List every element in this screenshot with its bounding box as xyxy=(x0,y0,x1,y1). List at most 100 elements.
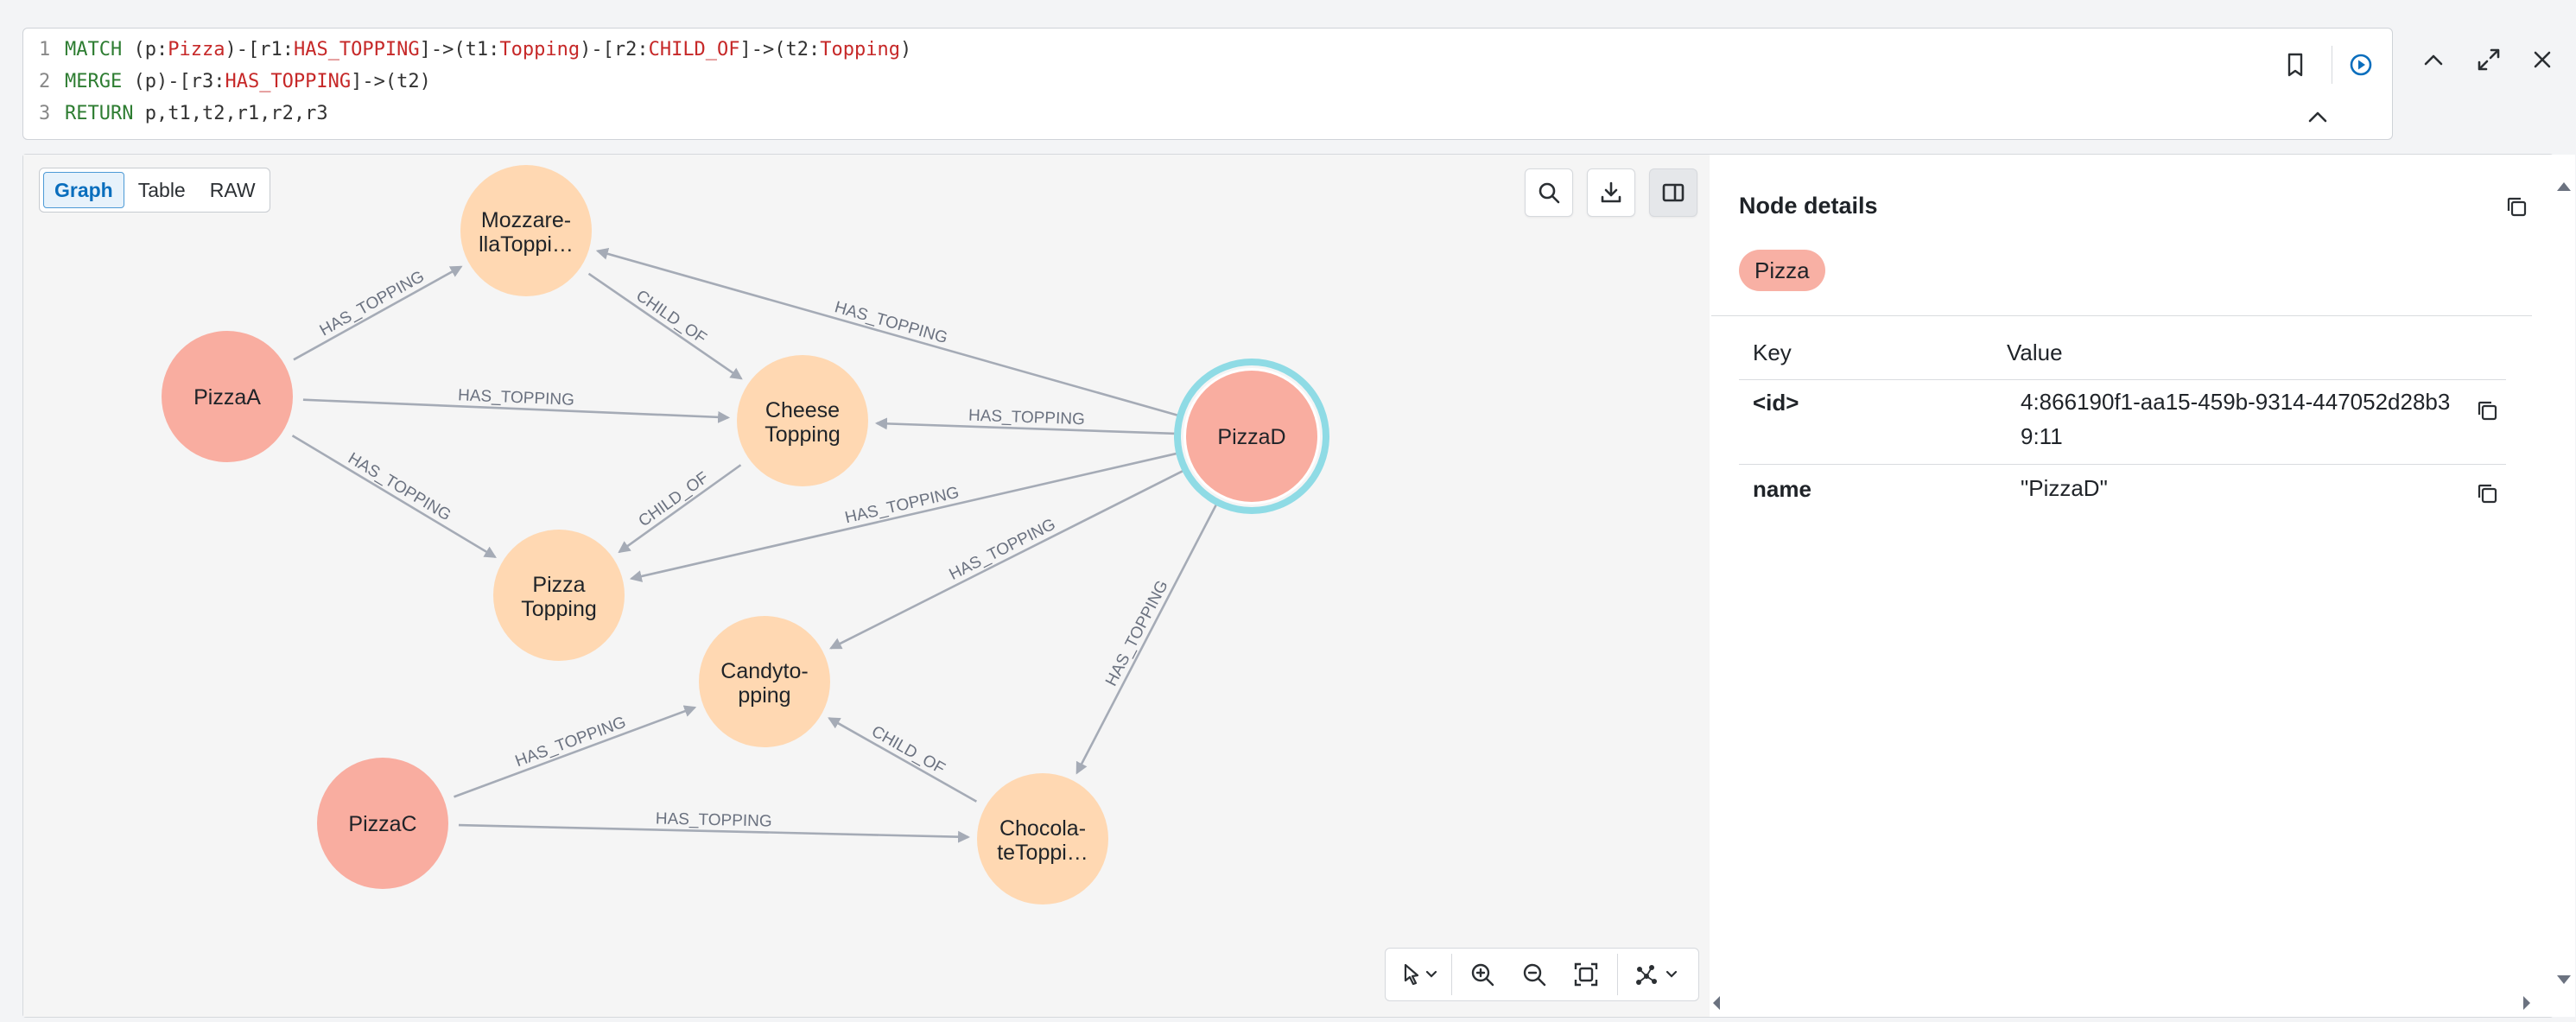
side-panel-icon xyxy=(1662,183,1685,202)
node-caption: Topping xyxy=(765,422,841,447)
edge-label: CHILD_OF xyxy=(636,469,713,531)
node-caption: Cheese xyxy=(765,398,840,422)
edge-label: HAS_TOPPING xyxy=(843,484,961,528)
graph-node-pizzad[interactable]: PizzaD xyxy=(1174,359,1329,514)
zoom-out-icon[interactable] xyxy=(1515,955,1553,993)
scroll-down-icon xyxy=(2557,975,2571,984)
divider xyxy=(1711,315,2532,316)
result-frame: HAS_TOPPING HAS_TOPPING HAS_TOPPING CHILD_O… xyxy=(22,154,2575,1018)
view-tabs: Graph Table RAW xyxy=(39,168,270,213)
edge-label: HAS_TOPPING xyxy=(968,407,1085,429)
search-button[interactable] xyxy=(1525,168,1573,217)
row-divider xyxy=(1739,464,2506,465)
graph-canvas[interactable]: HAS_TOPPING HAS_TOPPING HAS_TOPPING CHILD_O… xyxy=(23,155,1710,1017)
relationship-edge[interactable]: HAS_TOPPING xyxy=(291,435,497,558)
edge-line[interactable] xyxy=(829,469,1184,650)
relationship-edge[interactable]: HAS_TOPPING xyxy=(874,407,1177,435)
code-token: Pizza xyxy=(168,39,225,60)
graph-node-mozz[interactable]: Mozzare-llaToppi… xyxy=(460,165,592,296)
property-key: name xyxy=(1753,476,1811,502)
node-caption: Mozzare- xyxy=(481,208,571,232)
relationship-edge[interactable]: CHILD_OF xyxy=(828,717,978,803)
line-number: 1 xyxy=(39,39,51,60)
graph-node-pizzac[interactable]: PizzaC xyxy=(317,758,448,889)
vertical-scrollbar[interactable] xyxy=(2553,155,2575,1017)
chevron-down-icon[interactable] xyxy=(1420,955,1443,993)
node-caption: Candyto- xyxy=(720,659,808,683)
edge-label: CHILD_OF xyxy=(868,722,948,778)
relationship-edge[interactable]: CHILD_OF xyxy=(587,272,743,380)
fullscreen-icon[interactable] xyxy=(2467,38,2510,81)
relationship-edge[interactable]: HAS_TOPPING xyxy=(1075,503,1218,775)
code-token: ]->(t2: xyxy=(739,39,821,60)
fit-to-screen-icon[interactable] xyxy=(1567,955,1605,993)
toolbar-divider xyxy=(1617,954,1618,995)
run-query-icon[interactable] xyxy=(2342,46,2380,84)
tab-raw[interactable]: RAW xyxy=(200,173,266,207)
close-frame-icon[interactable] xyxy=(2521,38,2564,81)
code-token: Topping xyxy=(499,39,581,60)
download-button[interactable] xyxy=(1587,168,1635,217)
edge-line[interactable] xyxy=(587,272,743,380)
code-line[interactable]: 3 RETURN p,t1,t2,r1,r2,r3 xyxy=(39,99,328,129)
relationship-edge[interactable]: HAS_TOPPING xyxy=(458,809,971,843)
code-token: ) xyxy=(899,39,912,60)
column-header-key: Key xyxy=(1753,340,1792,365)
copy-icon[interactable] xyxy=(2470,393,2504,428)
bookmark-icon[interactable] xyxy=(2276,46,2314,84)
line-number: 2 xyxy=(39,71,51,92)
code-token: RETURN xyxy=(65,103,145,124)
panel-title: Node details xyxy=(1739,193,1878,219)
node-caption: PizzaD xyxy=(1217,425,1285,449)
code-token: MATCH xyxy=(65,39,134,60)
property-value: "PizzaD" xyxy=(2021,475,2108,501)
relationship-edge[interactable]: HAS_TOPPING xyxy=(293,265,463,361)
toggle-details-panel-button[interactable] xyxy=(1649,168,1697,217)
graph-node-candy[interactable]: Candyto-pping xyxy=(699,616,830,747)
copy-icon[interactable] xyxy=(2470,476,2504,511)
tab-graph[interactable]: Graph xyxy=(43,172,124,208)
edge-label: HAS_TOPPING xyxy=(317,268,428,340)
relationship-edge[interactable]: CHILD_OF xyxy=(618,464,742,554)
node-caption: PizzaC xyxy=(348,812,416,836)
code-token: Topping xyxy=(820,39,900,60)
edge-line[interactable] xyxy=(618,464,742,554)
code-line[interactable]: 2 MERGE (p)-[r3:HAS_TOPPING]->(t2) xyxy=(39,67,431,97)
scroll-up-icon xyxy=(2557,182,2571,191)
relationship-edge[interactable]: HAS_TOPPING xyxy=(454,705,697,798)
relationship-edge[interactable]: HAS_TOPPING xyxy=(302,386,731,423)
zoom-in-icon[interactable] xyxy=(1463,955,1501,993)
query-editor[interactable]: 1 MATCH (p:Pizza)-[r1:HAS_TOPPING]->(t1:T… xyxy=(22,28,2393,140)
graph-node-cheese[interactable]: CheeseTopping xyxy=(737,355,868,486)
code-token: )-[r1: xyxy=(225,39,294,60)
edge-label: HAS_TOPPING xyxy=(947,516,1059,584)
horizontal-scrollbar[interactable] xyxy=(1711,989,2553,1017)
edge-line[interactable] xyxy=(1075,503,1218,775)
copy-icon[interactable] xyxy=(2499,189,2534,224)
graph-toolbar xyxy=(1385,948,1699,1001)
chevron-down-icon[interactable] xyxy=(1660,955,1683,993)
code-token: ]->(t2) xyxy=(351,71,431,92)
edge-line[interactable] xyxy=(291,435,497,558)
code-token: MERGE xyxy=(65,71,134,92)
toolbar-divider xyxy=(1451,954,1452,995)
graph-node-choc[interactable]: Chocola-teToppi… xyxy=(977,773,1108,905)
edge-label: HAS_TOPPING xyxy=(656,809,772,830)
graph-node-pizzaa[interactable]: PizzaA xyxy=(162,331,293,462)
column-header-value: Value xyxy=(2007,340,2063,365)
node-label-badge[interactable]: Pizza xyxy=(1739,250,1825,291)
collapse-editor-icon[interactable] xyxy=(2299,98,2337,136)
code-token: (p: xyxy=(133,39,168,60)
edge-line[interactable] xyxy=(454,705,697,798)
node-caption: PizzaA xyxy=(194,385,261,409)
edge-line[interactable] xyxy=(293,265,463,361)
graph-visualization[interactable]: HAS_TOPPINGHAS_TOPPINGHAS_TOPPINGCHILD_O… xyxy=(23,155,1710,1017)
property-key: <id> xyxy=(1753,390,1799,416)
tab-table[interactable]: Table xyxy=(128,173,196,207)
edge-line[interactable] xyxy=(828,717,978,803)
node-caption: Pizza xyxy=(532,573,585,597)
collapse-frame-icon[interactable] xyxy=(2412,38,2455,81)
graph-node-pizzatop[interactable]: PizzaTopping xyxy=(493,530,625,661)
relationship-edge[interactable]: HAS_TOPPING xyxy=(829,469,1184,650)
code-line[interactable]: 1 MATCH (p:Pizza)-[r1:HAS_TOPPING]->(t1:T… xyxy=(39,35,911,65)
